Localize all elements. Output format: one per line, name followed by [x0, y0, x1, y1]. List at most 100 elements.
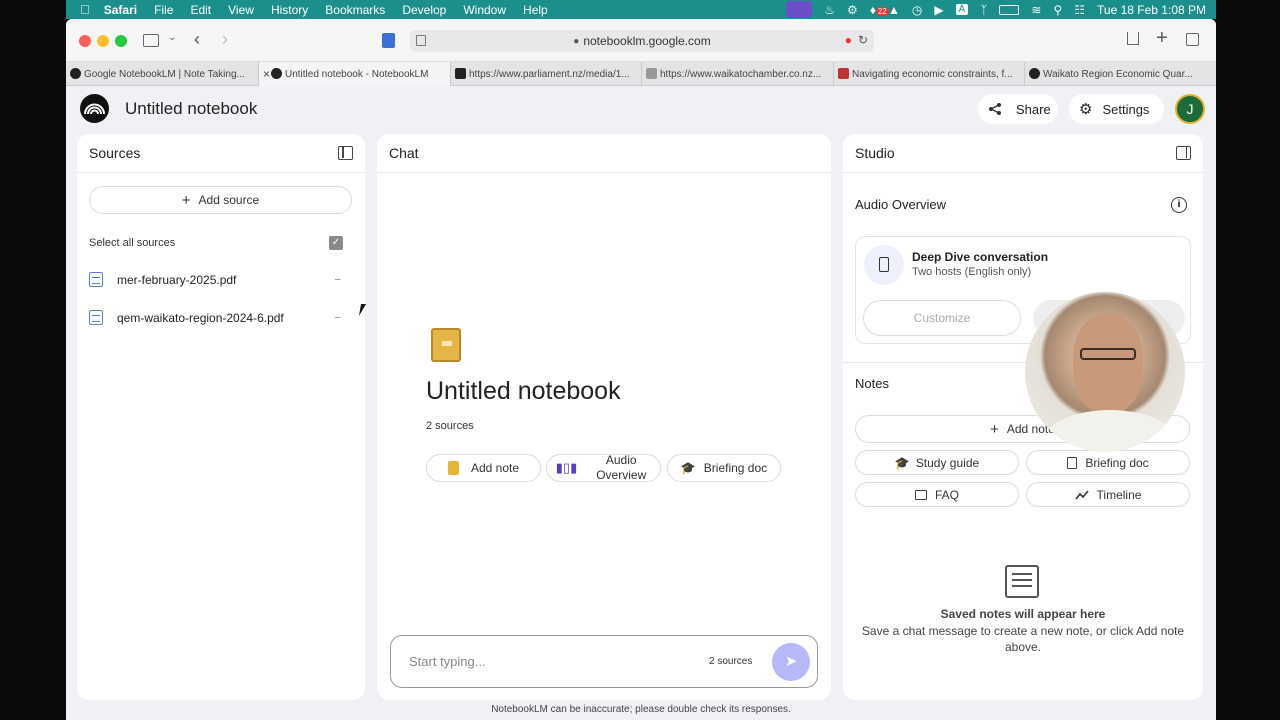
menu-bookmarks[interactable]: Bookmarks — [325, 3, 385, 17]
apple-icon[interactable]:  — [80, 2, 90, 17]
menu-edit[interactable]: Edit — [190, 3, 211, 17]
tab-3-title: https://www.parliament.nz/media/1... — [469, 68, 630, 80]
notes-heading: Notes — [855, 376, 889, 391]
sources-panel: Sources + Add source Select all sources … — [77, 134, 365, 700]
select-all-checkbox[interactable]: ✓ — [329, 236, 343, 250]
source-item[interactable]: mer-february-2025.pdf — [89, 272, 236, 287]
share-icon[interactable] — [1127, 32, 1139, 45]
address-bar[interactable]: ● notebooklm.google.com ● ↻ — [410, 30, 874, 52]
study-guide-button[interactable]: 🎓 Study guide — [855, 450, 1019, 475]
send-button[interactable]: ➤ — [772, 643, 810, 681]
time-machine-icon[interactable]: ◷ — [912, 3, 922, 17]
studio-title: Studio — [855, 145, 895, 161]
zoom-window-button[interactable] — [115, 35, 127, 47]
chat-input-box[interactable]: Start typing... 2 sources ➤ — [390, 635, 818, 688]
divider — [77, 172, 365, 173]
source-name: mer-february-2025.pdf — [117, 272, 237, 287]
add-note-button[interactable]: Add note — [426, 454, 541, 482]
input-source-icon[interactable]: A — [955, 4, 969, 15]
tab-4[interactable]: https://www.waikatochamber.co.nz... — [642, 62, 834, 86]
study-guide-label: Study guide — [915, 455, 980, 470]
notebooklm-logo-icon[interactable] — [80, 94, 109, 123]
screen:  Safari File Edit View History Bookmark… — [0, 0, 1280, 720]
tab-3[interactable]: https://www.parliament.nz/media/1... — [451, 62, 642, 86]
notebook-title[interactable]: Untitled notebook — [125, 99, 257, 119]
tab-5-title: Navigating economic constraints, f... — [852, 68, 1013, 80]
notification-badge: 22 — [875, 6, 889, 16]
menu-history[interactable]: History — [271, 3, 308, 17]
wifi-icon[interactable]: ≋ — [1031, 3, 1041, 17]
share-button[interactable]: Share — [978, 94, 1058, 124]
add-source-label: Add source — [198, 193, 260, 207]
clock[interactable]: Tue 18 Feb 1:08 PM — [1097, 3, 1206, 17]
tab-2-active[interactable]: × Untitled notebook - NotebookLM — [259, 62, 451, 86]
forward-icon[interactable]: › — [222, 29, 228, 50]
notebooklm-favicon-icon — [70, 68, 81, 79]
menu-app-name[interactable]: Safari — [104, 3, 137, 17]
menu-help[interactable]: Help — [523, 3, 548, 17]
briefing-doc-button[interactable]: Briefing doc — [1026, 450, 1190, 475]
spotlight-icon[interactable]: ⚲ — [1053, 3, 1062, 17]
close-tab-icon[interactable]: × — [263, 67, 270, 81]
select-all-label: Select all sources — [89, 237, 176, 249]
page-menu-icon[interactable] — [416, 35, 426, 46]
tab-overview-icon[interactable] — [1186, 33, 1199, 46]
minimize-window-button[interactable] — [97, 35, 109, 47]
screen-record-icon[interactable] — [786, 1, 813, 18]
menu-window[interactable]: Window — [463, 3, 506, 17]
chat-panel: Chat Untitled notebook 2 sources Add not… — [377, 134, 831, 700]
graduation-cap-icon: 🎓 — [680, 461, 696, 475]
tab-6[interactable]: Waikato Region Economic Quar... — [1025, 62, 1216, 86]
notes-empty-icon — [1005, 565, 1039, 598]
briefing-doc-button[interactable]: 🎓 Briefing doc — [667, 454, 781, 482]
collapse-panel-icon[interactable] — [338, 146, 353, 160]
sources-title: Sources — [89, 145, 141, 161]
close-window-button[interactable] — [79, 35, 91, 47]
audio-overview-button[interactable]: ▮▯▮ Audio Overview — [546, 453, 661, 482]
gear-icon[interactable]: ⚙ — [847, 3, 858, 17]
tab-1[interactable]: Google NotebookLM | Note Taking... — [66, 62, 259, 86]
url-text[interactable]: notebooklm.google.com — [583, 34, 710, 48]
reload-icon[interactable]: ↻ — [858, 33, 868, 47]
menu-view[interactable]: View — [228, 3, 254, 17]
chat-input-placeholder[interactable]: Start typing... — [409, 654, 486, 669]
waveform-icon: ▮▯▮ — [555, 460, 578, 475]
article-favicon-icon — [838, 68, 849, 79]
battery-icon[interactable] — [999, 4, 1020, 15]
settings-button[interactable]: ⚙ Settings — [1069, 94, 1164, 124]
control-center-icon[interactable]: ☷ — [1074, 3, 1085, 17]
microphone-icon[interactable]: ● — [845, 33, 852, 47]
bluetooth-icon[interactable]: ᛉ — [980, 3, 987, 17]
gear-icon: ⚙ — [1079, 101, 1093, 118]
add-source-button[interactable]: + Add source — [89, 186, 352, 214]
flame-icon[interactable]: ♨ — [824, 3, 835, 17]
sidebar-toggle-icon[interactable] — [143, 34, 159, 47]
lock-icon: ● — [573, 35, 580, 47]
menu-file[interactable]: File — [154, 3, 173, 17]
info-icon[interactable]: i — [1171, 197, 1187, 213]
drive-icon[interactable]: ▲ — [888, 3, 900, 17]
customize-button[interactable]: Customize — [863, 300, 1021, 336]
chevron-down-icon[interactable]: ⌄ — [168, 32, 176, 43]
notebooklm-favicon-icon — [271, 68, 282, 79]
webcam-overlay — [1025, 292, 1185, 452]
tab-2-title: Untitled notebook - NotebookLM — [285, 68, 429, 80]
parliament-favicon-icon — [455, 68, 466, 79]
timeline-button[interactable]: Timeline — [1026, 482, 1190, 507]
divider — [377, 172, 831, 173]
source-item[interactable]: qem-waikato-region-2024-6.pdf — [89, 310, 284, 325]
document-icon — [89, 310, 103, 325]
back-icon[interactable]: ‹ — [194, 29, 200, 50]
tab-5[interactable]: Navigating economic constraints, f... — [834, 62, 1025, 86]
new-tab-icon[interactable]: + — [1156, 27, 1168, 50]
play-icon[interactable]: ▶ — [934, 3, 943, 17]
dropbox-icon[interactable]: ♦ 22 — [870, 3, 889, 17]
faq-button[interactable]: FAQ — [855, 482, 1019, 507]
speaker-icon — [864, 245, 904, 285]
avatar[interactable]: J — [1175, 94, 1205, 124]
tab-6-title: Waikato Region Economic Quar... — [1043, 68, 1193, 80]
note-icon — [447, 461, 459, 475]
document-icon — [89, 272, 103, 287]
menu-develop[interactable]: Develop — [402, 3, 446, 17]
collapse-panel-icon[interactable] — [1176, 146, 1191, 160]
